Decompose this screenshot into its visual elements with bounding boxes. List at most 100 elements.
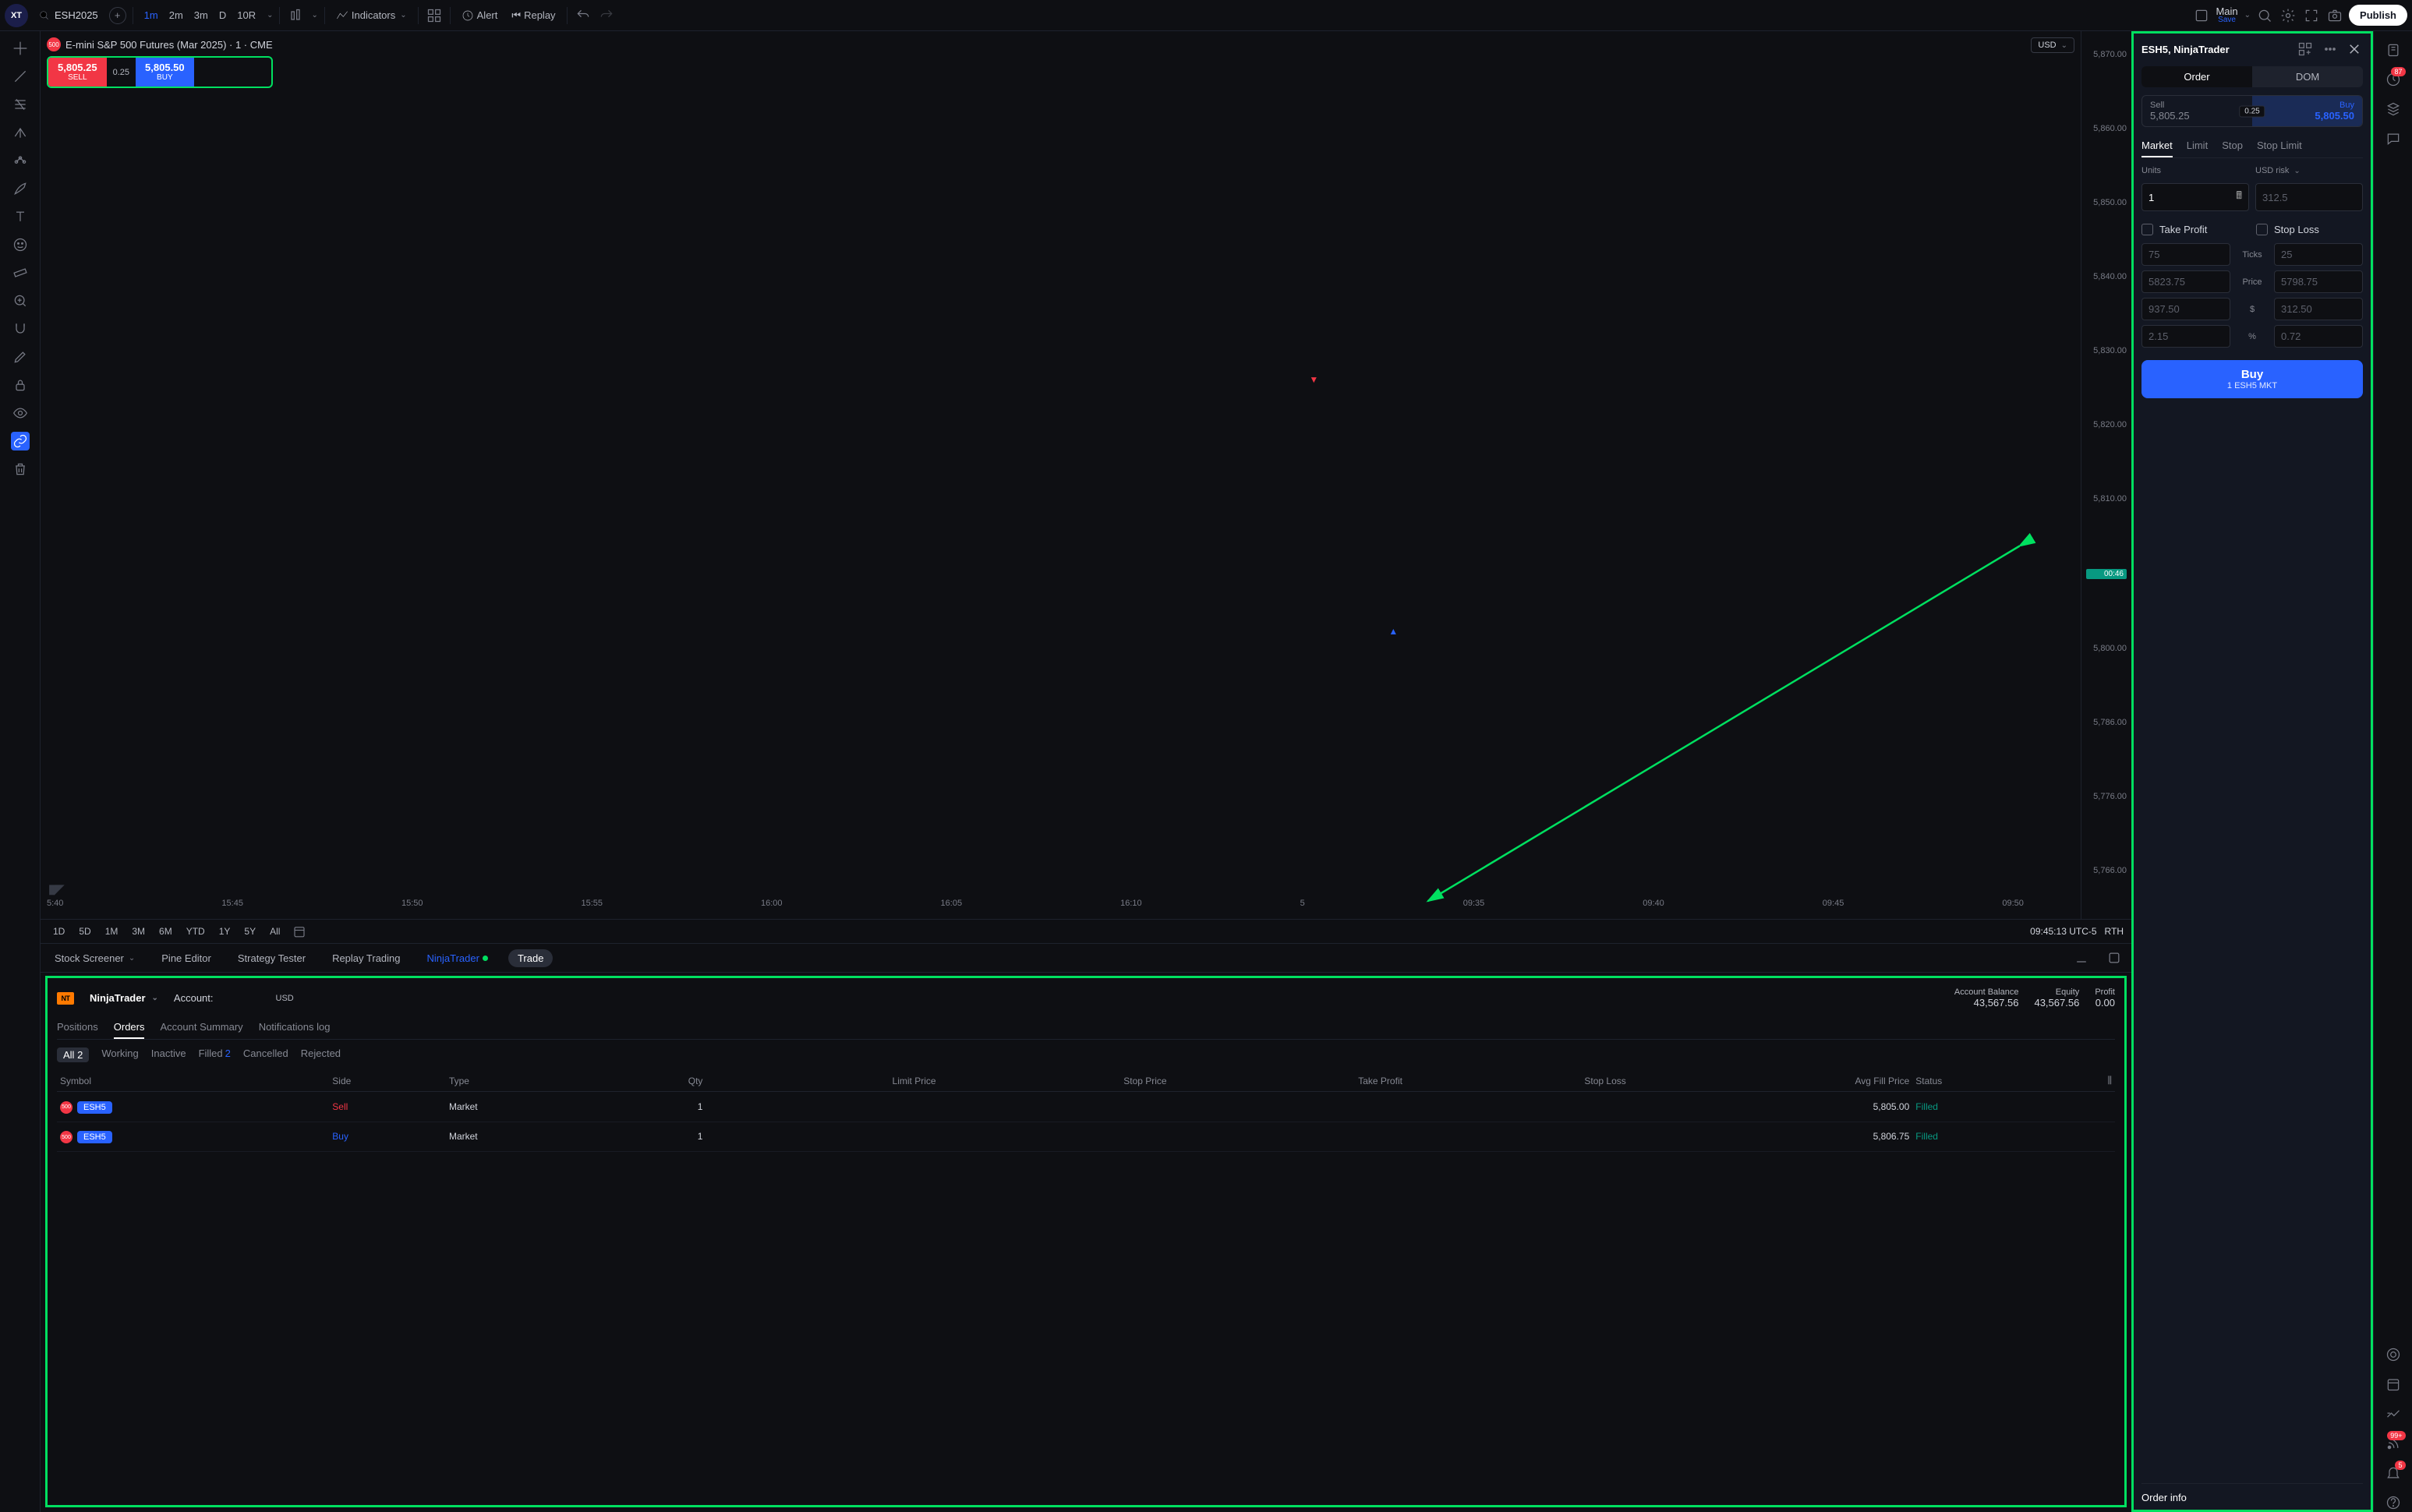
pencil-icon[interactable] (11, 348, 30, 366)
order-info-footer[interactable]: Order info (2141, 1483, 2363, 1503)
session-value[interactable]: RTH (2105, 926, 2124, 937)
order-type-stop[interactable]: Stop (2222, 135, 2243, 157)
risk-input[interactable]: 312.5 (2255, 183, 2363, 211)
publish-button[interactable]: Publish (2349, 5, 2407, 26)
broker-name[interactable]: NinjaTrader⌄ (90, 992, 158, 1004)
zoom-icon[interactable] (11, 291, 30, 310)
fullscreen-icon[interactable] (2302, 6, 2321, 25)
broker-tab[interactable]: NinjaTrader (421, 949, 494, 967)
timeframe-10R[interactable]: 10R (232, 6, 260, 24)
chart-title[interactable]: 500 E-mini S&P 500 Futures (Mar 2025) · … (47, 37, 273, 51)
link-icon[interactable] (11, 432, 30, 450)
order-type-stop-limit[interactable]: Stop Limit (2257, 135, 2302, 157)
popout-icon[interactable] (2105, 949, 2124, 967)
submit-buy-button[interactable]: Buy 1 ESH5 MKT (2141, 360, 2363, 398)
bottom-tab[interactable]: Strategy Tester (232, 949, 312, 967)
minimize-icon[interactable] (2072, 949, 2091, 967)
chat-icon[interactable] (2384, 129, 2403, 148)
tab-dom[interactable]: DOM (2252, 66, 2363, 87)
redo-icon[interactable] (597, 6, 616, 25)
hotlists-icon[interactable] (2384, 100, 2403, 118)
range-5D[interactable]: 5D (74, 924, 95, 938)
emoji-icon[interactable] (11, 235, 30, 254)
feed-icon[interactable]: 99+ (2384, 1434, 2403, 1453)
sl-input[interactable]: 5798.75 (2274, 270, 2363, 293)
filter-filled[interactable]: Filled2 (199, 1047, 231, 1062)
sell-button[interactable]: 5,805.25 SELL (48, 58, 107, 87)
bottom-tab[interactable]: Pine Editor (155, 949, 218, 967)
panel-tab-positions[interactable]: Positions (57, 1016, 98, 1039)
bell-icon[interactable]: 5 (2384, 1464, 2403, 1482)
watchlist-icon[interactable] (2384, 41, 2403, 59)
add-grid-icon[interactable] (2296, 40, 2315, 58)
risk-label[interactable]: USD risk⌄ (2255, 166, 2363, 175)
timeframe-3m[interactable]: 3m (189, 6, 213, 24)
trendline-icon[interactable] (11, 67, 30, 86)
bottom-tab[interactable]: Stock Screener⌄ (48, 949, 141, 967)
range-1D[interactable]: 1D (48, 924, 69, 938)
ruler-icon[interactable] (11, 263, 30, 282)
lock-icon[interactable] (11, 376, 30, 394)
filter-working[interactable]: Working (101, 1047, 138, 1062)
timeframe-2m[interactable]: 2m (164, 6, 188, 24)
order-type-limit[interactable]: Limit (2187, 135, 2208, 157)
gauge-icon[interactable] (2384, 1345, 2403, 1364)
tp-input[interactable]: 2.15 (2141, 325, 2230, 348)
range-5Y[interactable]: 5Y (239, 924, 260, 938)
layout-name[interactable]: Main Save (2216, 6, 2237, 24)
tp-checkbox[interactable] (2141, 224, 2153, 235)
multi-window-icon[interactable] (2192, 6, 2211, 25)
layouts-icon[interactable] (425, 6, 444, 25)
brush-icon[interactable] (11, 179, 30, 198)
candle-style-icon[interactable] (286, 6, 305, 25)
magnet-icon[interactable] (11, 320, 30, 338)
panel-tab-account-summary[interactable]: Account Summary (160, 1016, 242, 1039)
buy-button[interactable]: 5,805.50 BUY (136, 58, 194, 87)
filter-rejected[interactable]: Rejected (301, 1047, 341, 1062)
indicators-button[interactable]: Indicators⌄ (331, 6, 412, 25)
symbol-search[interactable]: ESH2025 (33, 6, 104, 24)
filter-inactive[interactable]: Inactive (151, 1047, 186, 1062)
help-icon[interactable] (2384, 1493, 2403, 1512)
tp-input[interactable]: 5823.75 (2141, 270, 2230, 293)
calendar-icon[interactable] (292, 924, 306, 938)
sl-checkbox[interactable] (2256, 224, 2268, 235)
tp-input[interactable]: 75 (2141, 243, 2230, 266)
range-3M[interactable]: 3M (127, 924, 150, 938)
timeframe-1m[interactable]: 1m (140, 6, 163, 24)
replay-button[interactable]: ⏮ Replay (507, 6, 560, 25)
panel-tab-orders[interactable]: Orders (114, 1016, 145, 1039)
screenshot-icon[interactable] (2325, 6, 2344, 25)
filter-all[interactable]: All 2 (57, 1047, 89, 1062)
pattern-icon[interactable] (11, 151, 30, 170)
trash-icon[interactable] (11, 460, 30, 479)
tab-order[interactable]: Order (2141, 66, 2252, 87)
panel-tab-notifications-log[interactable]: Notifications log (259, 1016, 331, 1039)
order-type-market[interactable]: Market (2141, 135, 2173, 157)
range-YTD[interactable]: YTD (182, 924, 210, 938)
calculator-icon[interactable]: 🖩 (2236, 189, 2242, 206)
sl-input[interactable]: 0.72 (2274, 325, 2363, 348)
text-icon[interactable] (11, 207, 30, 226)
table-row[interactable]: 500ESH5BuyMarket15,806.75Filled (57, 1122, 2115, 1152)
close-icon[interactable] (2346, 41, 2363, 58)
timeframe-D[interactable]: D (214, 6, 231, 24)
range-6M[interactable]: 6M (154, 924, 177, 938)
order-buy-side[interactable]: Buy 5,805.50 (2252, 96, 2362, 126)
currency-dropdown[interactable]: USD⌄ (2031, 37, 2074, 53)
positions-icon[interactable] (2384, 1404, 2403, 1423)
alert-button[interactable]: Alert (457, 6, 503, 25)
table-row[interactable]: 500ESH5SellMarket15,805.00Filled (57, 1092, 2115, 1122)
chart-area[interactable]: 500 E-mini S&P 500 Futures (Mar 2025) · … (41, 31, 2131, 920)
range-All[interactable]: All (265, 924, 285, 938)
tp-input[interactable]: 937.50 (2141, 298, 2230, 320)
filter-cancelled[interactable]: Cancelled (243, 1047, 288, 1062)
eye-icon[interactable] (11, 404, 30, 422)
fib-icon[interactable] (11, 95, 30, 114)
undo-icon[interactable] (574, 6, 592, 25)
range-1M[interactable]: 1M (101, 924, 123, 938)
timeframe-dropdown-icon[interactable]: ⌄ (267, 11, 273, 19)
pitchfork-icon[interactable] (11, 123, 30, 142)
gear-icon[interactable] (2279, 6, 2297, 25)
crosshair-icon[interactable] (11, 39, 30, 58)
